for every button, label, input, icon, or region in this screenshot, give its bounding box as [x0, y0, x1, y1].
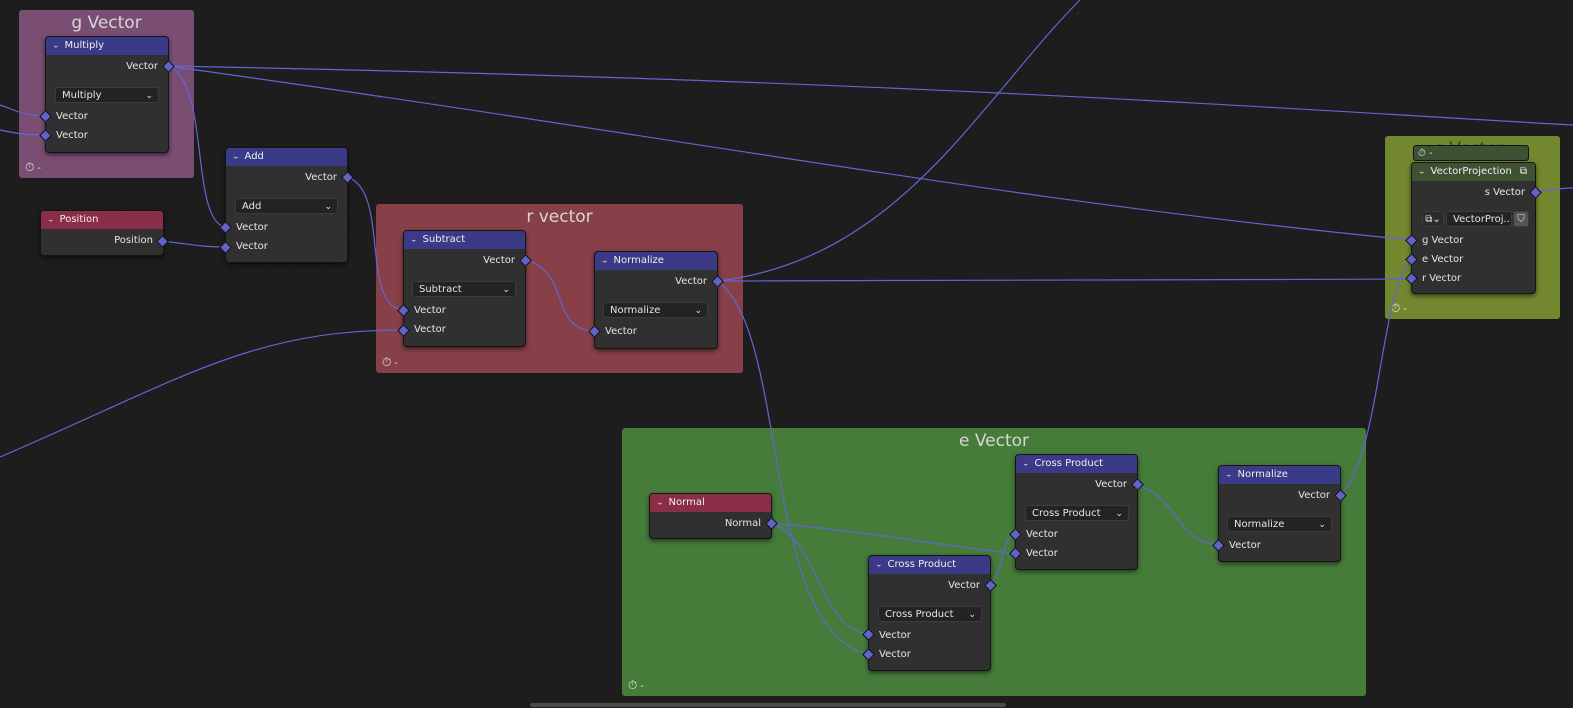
input-label: Vector [414, 324, 446, 335]
link [770, 522, 1016, 554]
input-label: e Vector [1422, 254, 1464, 265]
output-label: Vector [1298, 490, 1330, 501]
node-subtract[interactable]: ⌄ Subtract Vector Subtract ⌄ Vector Vector [403, 230, 526, 347]
link [1136, 483, 1219, 546]
node-normalize-r[interactable]: ⌄ Normalize Vector Normalize ⌄ Vector [594, 251, 718, 349]
chevron-down-icon[interactable]: ⌄ [875, 558, 883, 572]
operation-dropdown[interactable]: Cross Product ⌄ [1025, 505, 1129, 521]
node-title: Subtract [422, 234, 466, 245]
node-group-icon: ⧉⌄ [1425, 214, 1441, 225]
input-label: Vector [1026, 548, 1058, 559]
operation-dropdown[interactable]: Multiply ⌄ [55, 87, 159, 103]
output-label: Vector [126, 61, 158, 72]
node-multiply[interactable]: ⌄ Multiply Vector Multiply ⌄ Vector Vector [45, 36, 169, 153]
chevron-down-icon: ⌄ [324, 202, 332, 212]
fake-user-button[interactable]: ⛉ [1513, 211, 1529, 227]
chevron-down-icon[interactable]: ⌄ [1225, 468, 1233, 482]
node-title: Multiply [64, 40, 105, 51]
node-title: VectorProjection [1430, 166, 1512, 177]
shield-icon: ⛉ [1517, 214, 1525, 225]
chevron-down-icon[interactable]: ⌄ [47, 213, 55, 227]
chevron-down-icon[interactable]: ⌄ [656, 496, 664, 510]
input-label: Vector [879, 630, 911, 641]
node-normal[interactable]: ⌄ Normal Normal [649, 493, 772, 539]
node-title: Add [244, 151, 264, 162]
output-label: s Vector [1484, 187, 1525, 198]
link [0, 329, 404, 458]
node-add[interactable]: ⌄ Add Vector Add ⌄ Vector Vector [225, 147, 348, 263]
input-label: Vector [1229, 540, 1261, 551]
output-label: Vector [675, 276, 707, 287]
node-vector-projection[interactable]: ⌄ VectorProjection ⧉ s Vector ⧉⌄ VectorPro… [1411, 162, 1536, 294]
operation-dropdown[interactable]: Cross Product ⌄ [878, 606, 982, 622]
output-label: Vector [1095, 479, 1127, 490]
input-label: Vector [1026, 529, 1058, 540]
link [770, 522, 869, 635]
node-title: Cross Product [1034, 458, 1104, 469]
chevron-down-icon[interactable]: ⌄ [1418, 165, 1426, 179]
node-title: Normalize [613, 255, 664, 266]
chevron-down-icon: ⌄ [502, 285, 510, 295]
link [0, 129, 46, 136]
operation-dropdown[interactable]: Normalize ⌄ [603, 302, 708, 318]
link [716, 0, 1081, 282]
operation-dropdown[interactable]: Add ⌄ [235, 198, 338, 214]
link [346, 176, 404, 311]
input-label: r Vector [1422, 273, 1462, 284]
node-title: Cross Product [887, 559, 957, 570]
link [167, 65, 1412, 241]
operation-dropdown[interactable]: Subtract ⌄ [412, 281, 516, 297]
input-label: Vector [236, 241, 268, 252]
input-label: Vector [236, 222, 268, 233]
link [716, 278, 1412, 282]
group-name-field[interactable]: VectorProj... [1446, 211, 1512, 227]
horizontal-scrollbar[interactable] [530, 703, 1006, 707]
output-label: Position [114, 235, 153, 246]
link [167, 65, 1573, 126]
chevron-down-icon: ⌄ [694, 306, 702, 316]
group-browse-button[interactable]: ⧉⌄ [1422, 211, 1444, 227]
chevron-down-icon: ⌄ [1318, 520, 1326, 530]
node-title: Normalize [1237, 469, 1288, 480]
output-label: Vector [305, 172, 337, 183]
node-position[interactable]: ⌄ Position Position [40, 210, 164, 256]
chevron-down-icon[interactable]: ⌄ [1022, 457, 1030, 471]
chevron-down-icon[interactable]: ⌄ [232, 150, 240, 164]
link [716, 280, 869, 655]
link [167, 65, 226, 228]
node-normalize-e[interactable]: ⌄ Normalize Vector Normalize ⌄ Vector [1218, 465, 1341, 562]
chevron-down-icon[interactable]: ⌄ [52, 39, 60, 53]
node-title: Position [59, 214, 99, 225]
link [989, 533, 1016, 586]
output-label: Vector [948, 580, 980, 591]
chevron-down-icon: ⌄ [1115, 509, 1123, 519]
link [161, 240, 226, 248]
input-label: Vector [605, 326, 637, 337]
link [0, 104, 46, 117]
node-cross-product-1[interactable]: ⌄ Cross Product Vector Cross Product ⌄ Vec… [868, 555, 991, 671]
output-label: Vector [483, 255, 515, 266]
chevron-down-icon: ⌄ [968, 610, 976, 620]
output-label: Normal [724, 518, 761, 529]
node-title: Normal [668, 497, 705, 508]
link [1339, 259, 1412, 496]
node-cross-product-2[interactable]: ⌄ Cross Product Vector Cross Product ⌄ Vec… [1015, 454, 1138, 570]
input-label: Vector [879, 649, 911, 660]
input-label: Vector [56, 111, 88, 122]
node-links [0, 0, 1573, 655]
chevron-down-icon[interactable]: ⌄ [601, 254, 609, 268]
operation-dropdown[interactable]: Normalize ⌄ [1227, 516, 1332, 532]
node-group-icon[interactable]: ⧉ [1520, 163, 1527, 181]
chevron-down-icon: ⌄ [145, 91, 153, 101]
chevron-down-icon[interactable]: ⌄ [410, 233, 418, 247]
input-label: Vector [414, 305, 446, 316]
input-label: Vector [56, 130, 88, 141]
link [524, 259, 595, 332]
input-label: g Vector [1422, 235, 1464, 246]
